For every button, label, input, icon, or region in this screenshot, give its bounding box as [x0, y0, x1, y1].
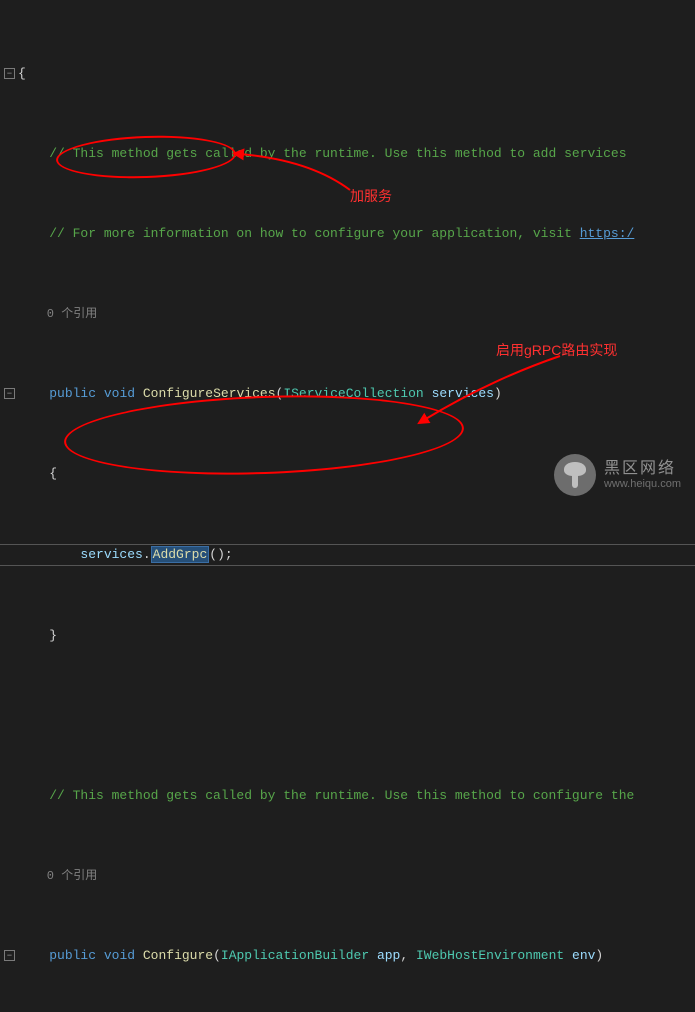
code-editor[interactable]: −{ // This method gets called by the run…	[0, 0, 695, 1012]
doc-link[interactable]: https:/	[580, 226, 635, 241]
code-line: // For more information on how to config…	[0, 224, 695, 244]
fold-toggle-icon[interactable]: −	[4, 68, 15, 79]
code-line: −{	[0, 64, 695, 84]
code-line: // This method gets called by the runtim…	[0, 144, 695, 164]
reference-count[interactable]: 0 个引用	[0, 866, 695, 886]
code-line	[0, 706, 695, 726]
fold-toggle-icon[interactable]: −	[4, 950, 15, 961]
code-line: − public void Configure(IApplicationBuil…	[0, 946, 695, 966]
code-line: − public void ConfigureServices(IService…	[0, 384, 695, 404]
selected-token: AddGrpc	[151, 546, 210, 563]
code-line-active: services.AddGrpc();	[0, 544, 695, 566]
reference-count[interactable]: 0 个引用	[0, 304, 695, 324]
code-line: {	[0, 464, 695, 484]
code-line: // This method gets called by the runtim…	[0, 786, 695, 806]
code-line: }	[0, 626, 695, 646]
fold-toggle-icon[interactable]: −	[4, 388, 15, 399]
